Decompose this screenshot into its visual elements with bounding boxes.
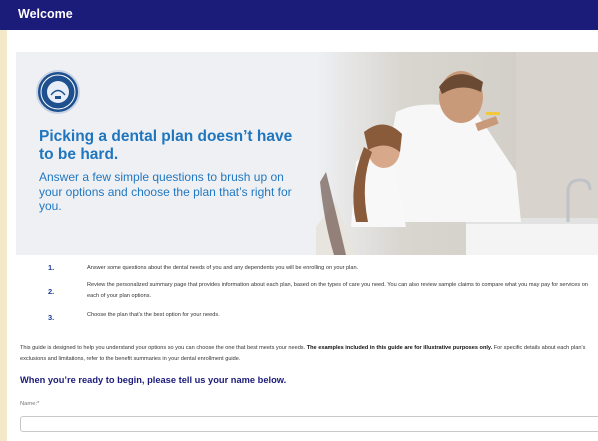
step-number: 1. [48, 263, 55, 272]
step-text: Review the personalized summary page tha… [87, 282, 588, 299]
name-field[interactable] [20, 416, 598, 432]
name-field-label: Name:* [20, 401, 40, 407]
hero-subhead: Answer a few simple questions to brush u… [39, 170, 292, 213]
welcome-header: Welcome [0, 0, 598, 30]
page-title: Welcome [18, 7, 73, 21]
state-seal-logo [36, 70, 80, 114]
step-number: 2. [48, 287, 55, 296]
call-to-action-heading: When you’re ready to begin, please tell … [20, 375, 287, 385]
intro-paragraph: This guide is designed to help you under… [20, 343, 598, 364]
step-text: Choose the plan that’s the best option f… [87, 312, 220, 318]
step-text: Answer some questions about the dental n… [87, 265, 359, 271]
intro-text-1: This guide is designed to help you under… [20, 345, 307, 351]
hero-banner: Picking a dental plan doesn’t have to be… [16, 52, 598, 255]
family-brushing-teeth-photo [316, 52, 598, 255]
main-content: Picking a dental plan doesn’t have to be… [7, 30, 598, 441]
hero-headline: Picking a dental plan doesn’t have to be… [39, 128, 293, 163]
step-number: 3. [48, 313, 55, 322]
hero-text-panel: Picking a dental plan doesn’t have to be… [16, 52, 346, 255]
intro-disclaimer: The examples included in this guide are … [306, 345, 493, 351]
